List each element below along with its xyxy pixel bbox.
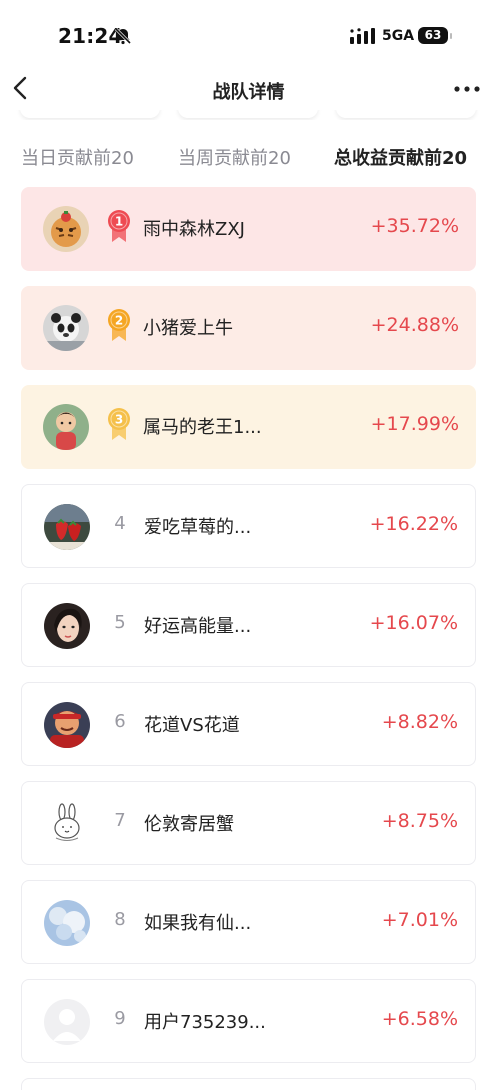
- silver-medal-icon: 2: [108, 309, 130, 341]
- medal-rank-text: 1: [115, 215, 123, 229]
- bell-muted-icon: [114, 27, 132, 45]
- status-time: 21:24: [58, 24, 123, 48]
- scrolled-card-edges: [0, 110, 497, 120]
- ranking-row-9[interactable]: 9 用户735239... +6.58%: [21, 979, 476, 1063]
- member-return: +8.75%: [381, 810, 458, 832]
- member-name: 如果我有仙...: [144, 913, 252, 934]
- member-return: +8.82%: [381, 711, 458, 733]
- member-return: +16.22%: [369, 513, 458, 535]
- member-return: +35.72%: [370, 215, 459, 237]
- signal-icon: [350, 28, 375, 44]
- tab-weekly-top20[interactable]: 当周贡献前20: [178, 144, 291, 170]
- member-name: 爱吃草莓的...: [144, 517, 252, 538]
- member-return: +24.88%: [370, 314, 459, 336]
- member-return: +16.07%: [369, 612, 458, 634]
- rank-number: 9: [114, 1008, 126, 1029]
- ranking-row-1[interactable]: 1 雨中森林ZXJ +35.72%: [21, 187, 476, 271]
- member-name: 用户735239...: [144, 1012, 266, 1033]
- ranking-row-8[interactable]: 8 如果我有仙... +7.01%: [21, 880, 476, 964]
- battery-indicator: 63: [418, 27, 452, 44]
- tab-daily-top20[interactable]: 当日贡献前20: [21, 144, 134, 170]
- tab-total-return-top20[interactable]: 总收益贡献前20: [334, 144, 467, 170]
- member-name: 属马的老王1...: [143, 417, 262, 438]
- rabbit-avatar: [44, 801, 90, 847]
- rank-number: 4: [114, 513, 126, 534]
- member-return: +17.99%: [370, 413, 459, 435]
- nav-bar: 战队详情: [0, 68, 497, 110]
- rank-number: 7: [114, 810, 126, 831]
- member-name: 小猪爱上牛: [143, 318, 233, 339]
- member-name: 伦敦寄居蟹: [144, 814, 234, 835]
- rank-number: 8: [114, 909, 126, 930]
- ranking-row-5[interactable]: 5 好运高能量... +16.07%: [21, 583, 476, 667]
- member-name: 雨中森林ZXJ: [143, 219, 245, 240]
- boy-avatar: [43, 404, 89, 450]
- rank-number: 5: [114, 612, 126, 633]
- member-name: 好运高能量...: [144, 616, 252, 637]
- ranking-row-3[interactable]: 3 属马的老王1... +17.99%: [21, 385, 476, 469]
- portrait-avatar: [44, 603, 90, 649]
- member-name: 花道VS花道: [144, 715, 240, 736]
- strawberry-avatar: [44, 504, 90, 550]
- status-bar: 21:24 5GA 63: [0, 0, 497, 68]
- tiger-avatar: [43, 206, 89, 252]
- page-title: 战队详情: [212, 82, 285, 103]
- cartoon-avatar: [44, 702, 90, 748]
- more-icon[interactable]: [452, 80, 482, 98]
- ranking-tabs: 当日贡献前20 当周贡献前20 总收益贡献前20: [0, 144, 497, 174]
- network-type: 5GA: [382, 28, 415, 44]
- member-return: +6.58%: [381, 1008, 458, 1030]
- default-avatar: [44, 999, 90, 1045]
- ranking-row-6[interactable]: 6 花道VS花道 +8.82%: [21, 682, 476, 766]
- bronze-medal-icon: 3: [108, 408, 130, 440]
- ranking-row-7[interactable]: 7 伦敦寄居蟹 +8.75%: [21, 781, 476, 865]
- ranking-row-2[interactable]: 2 小猪爱上牛 +24.88%: [21, 286, 476, 370]
- member-return: +7.01%: [381, 909, 458, 931]
- medal-rank-text: 2: [115, 314, 123, 328]
- panda-avatar: [43, 305, 89, 351]
- gold-medal-icon: 1: [108, 210, 130, 242]
- ranking-row-4[interactable]: 4 爱吃草莓的... +16.22%: [21, 484, 476, 568]
- rank-number: 6: [114, 711, 126, 732]
- sky-avatar: [44, 900, 90, 946]
- medal-rank-text: 3: [115, 413, 123, 427]
